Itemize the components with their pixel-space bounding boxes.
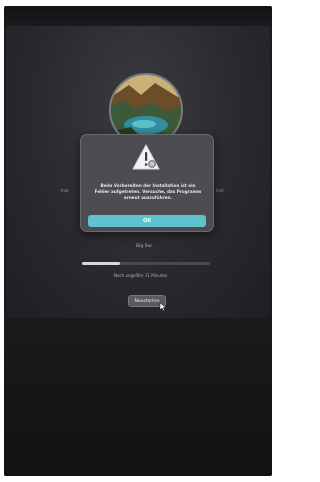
error-alert-dialog: Beim Vorbereiten der Installation ist ei… — [80, 134, 214, 232]
install-progress-fill — [82, 262, 121, 265]
install-progress-bar — [82, 262, 210, 265]
side-label-left: Inst — [61, 188, 69, 193]
ok-button[interactable]: OK — [88, 215, 206, 227]
side-label-right: Inst — [216, 188, 224, 193]
photo-frame: Inst Inst Beim Vorbereiten der Installat… — [4, 6, 272, 476]
time-remaining-text: Noch ungefähr 11 Minuten — [114, 273, 168, 278]
monitor-bezel — [4, 318, 272, 476]
mouse-pointer-icon — [159, 302, 167, 312]
top-strip — [4, 6, 272, 28]
disk-name-label: Big Sur — [136, 244, 153, 249]
warning-triangle-icon — [132, 144, 160, 170]
alert-message: Beim Vorbereiten der Installation ist ei… — [94, 183, 202, 200]
